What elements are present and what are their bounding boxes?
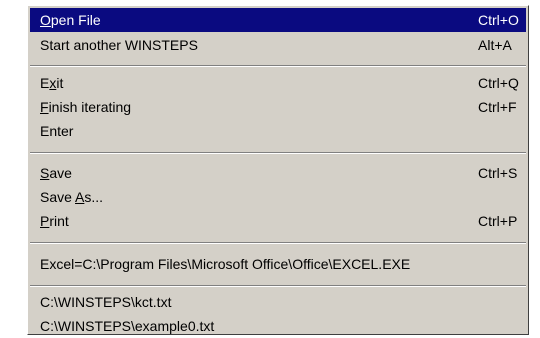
menu-item-save-as[interactable]: Save As...: [30, 185, 526, 209]
menu-item-label: C:\WINSTEPS\kct.txt: [40, 294, 172, 310]
menu-separator: [30, 242, 526, 244]
menu-item-recent-file[interactable]: C:\WINSTEPS\kct.txt: [30, 290, 526, 314]
menu-item-start-another-winsteps[interactable]: Start another WINSTEPS Alt+A: [30, 33, 526, 57]
menu-separator: [30, 152, 526, 154]
menu-separator: [30, 65, 526, 67]
menu-item-enter[interactable]: Enter: [30, 119, 526, 143]
menu-item-open-file[interactable]: Open File Ctrl+O: [30, 8, 526, 32]
menu-item-label: Finish iterating: [40, 99, 132, 115]
menu-item-label: Save: [40, 165, 72, 181]
menu-item-exit[interactable]: Exit Ctrl+Q: [30, 71, 526, 95]
menu-item-shortcut: Ctrl+O: [478, 12, 519, 28]
menu-item-label: Print: [40, 213, 69, 229]
menu-item-shortcut: Ctrl+F: [478, 99, 517, 115]
menu-item-label: C:\WINSTEPS\example0.txt: [40, 318, 215, 334]
menu-item-finish-iterating[interactable]: Finish iterating Ctrl+F: [30, 95, 526, 119]
menu-item-shortcut: Ctrl+Q: [478, 75, 519, 91]
menu-item-excel-path[interactable]: Excel=C:\Program Files\Microsoft Office\…: [30, 252, 526, 276]
menu-item-label: Save As...: [40, 189, 104, 205]
menu-separator: [30, 285, 526, 287]
menu-item-shortcut: Alt+A: [478, 37, 512, 53]
menu-item-shortcut: Ctrl+P: [478, 213, 518, 229]
file-menu: Open File Ctrl+O Start another WINSTEPS …: [27, 5, 529, 335]
menu-item-label: Excel=C:\Program Files\Microsoft Office\…: [40, 256, 411, 272]
menu-item-recent-file[interactable]: C:\WINSTEPS\example0.txt: [30, 314, 526, 338]
menu-item-shortcut: Ctrl+S: [478, 165, 518, 181]
menu-item-label: Open File: [40, 12, 101, 28]
menu-item-label: Start another WINSTEPS: [40, 37, 198, 53]
menu-item-save[interactable]: Save Ctrl+S: [30, 161, 526, 185]
menu-item-print[interactable]: Print Ctrl+P: [30, 209, 526, 233]
menu-item-label: Enter: [40, 123, 74, 139]
menu-item-label: Exit: [40, 75, 64, 91]
